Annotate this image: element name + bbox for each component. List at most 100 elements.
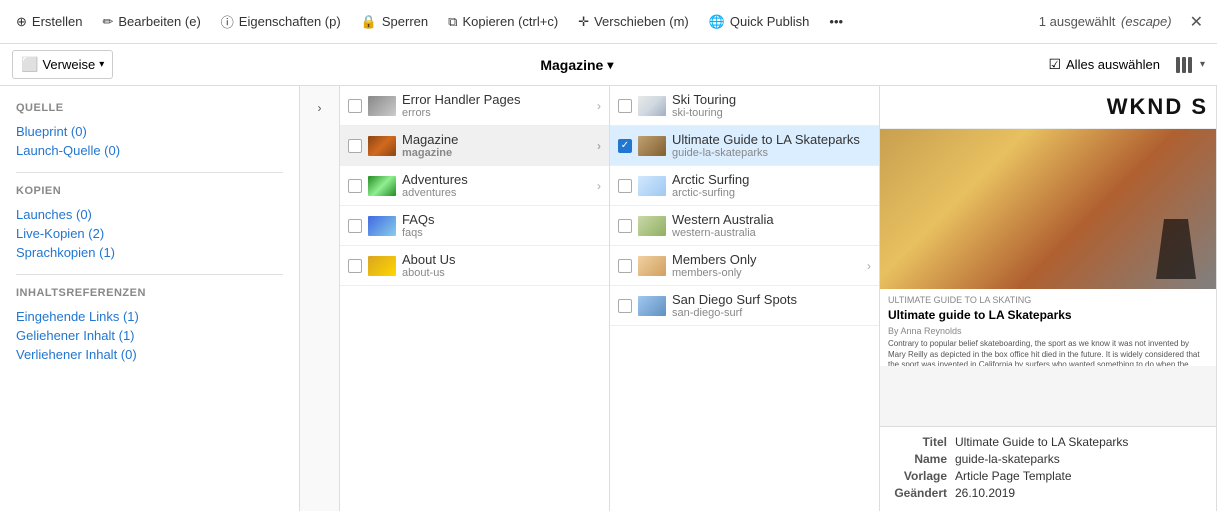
info-row-name: Name guide-la-skateparks <box>892 452 1204 466</box>
lock-icon: 🔒 <box>361 14 377 30</box>
list-item-slug: san-diego-surf <box>672 307 871 319</box>
list-item-checkbox[interactable] <box>618 139 632 153</box>
list-item-checkbox[interactable] <box>618 219 632 233</box>
list-item-thumb <box>638 136 666 156</box>
list-item[interactable]: Error Handler Pages errors › <box>340 86 609 126</box>
tree-expand-col: › <box>300 86 340 511</box>
list-item-text: About Us about-us <box>402 252 601 279</box>
info-row-vorlage: Vorlage Article Page Template <box>892 469 1204 483</box>
list-item-text: Western Australia western-australia <box>672 212 871 239</box>
magazine-title: Magazine ▾ <box>113 57 1040 73</box>
list-item-thumb <box>368 256 396 276</box>
list-item[interactable]: Ultimate Guide to LA Skateparks guide-la… <box>610 126 879 166</box>
preview-text-area: ULTIMATE GUIDE TO LA SKATING Ultimate gu… <box>880 289 1216 366</box>
erstellen-label: Erstellen <box>32 14 83 29</box>
list-item-checkbox[interactable] <box>348 99 362 113</box>
name-label: Name <box>892 452 947 466</box>
page-preview: WKND S ULTIMATE GUIDE TO LA SKATING Ulti… <box>880 86 1216 426</box>
verweise-label: Verweise <box>42 57 95 72</box>
list-item-text: Ultimate Guide to LA Skateparks guide-la… <box>672 132 871 159</box>
list-item-name: Error Handler Pages <box>402 92 591 107</box>
toolbar: ⊕ Erstellen ✏ Bearbeiten (e) ⓘ Eigenscha… <box>0 0 1217 44</box>
list-item-name: Western Australia <box>672 212 871 227</box>
info-panel: Titel Ultimate Guide to LA Skateparks Na… <box>880 426 1216 511</box>
secondbar: ⬜ Verweise ▾ Magazine ▾ ☑ Alles auswähle… <box>0 44 1217 86</box>
list-item[interactable]: Adventures adventures › <box>340 166 609 206</box>
titel-value: Ultimate Guide to LA Skateparks <box>955 435 1128 449</box>
list-item-checkbox[interactable] <box>348 139 362 153</box>
select-icon: ☑ <box>1048 56 1061 73</box>
quickpublish-button[interactable]: 🌐 Quick Publish <box>701 10 818 34</box>
list-item-checkbox[interactable] <box>618 259 632 273</box>
verliehener-inhalt-link[interactable]: Verliehener Inhalt (0) <box>16 345 283 364</box>
sperren-label: Sperren <box>382 14 428 29</box>
live-kopien-link[interactable]: Live-Kopien (2) <box>16 224 283 243</box>
list-item-checkbox[interactable] <box>618 99 632 113</box>
list-item-name: Ultimate Guide to LA Skateparks <box>672 132 871 147</box>
chevron-down-icon: ▾ <box>99 59 104 70</box>
list-item[interactable]: Arctic Surfing arctic-surfing <box>610 166 879 206</box>
kopieren-label: Kopieren (ctrl+c) <box>462 14 558 29</box>
close-button[interactable]: ✕ <box>1184 8 1209 36</box>
kopieren-button[interactable]: ⧉ Kopieren (ctrl+c) <box>440 10 566 34</box>
page-icon: ⬜ <box>21 56 38 73</box>
list-item[interactable]: Magazine magazine › <box>340 126 609 166</box>
list-item-name: Ski Touring <box>672 92 871 107</box>
sidebar-divider-2 <box>16 274 283 275</box>
columns-view-button[interactable] <box>1176 57 1192 73</box>
inhaltsreferenzen-title: INHALTSREFERENZEN <box>16 287 283 299</box>
list-item-checkbox[interactable] <box>348 179 362 193</box>
secondbar-right: ☑ Alles auswählen ▾ <box>1040 52 1205 77</box>
selected-count: 1 ausgewählt (escape) <box>1039 14 1172 29</box>
list-item-checkbox[interactable] <box>618 179 632 193</box>
list-column-2: Ski Touring ski-touring Ultimate Guide t… <box>610 86 880 511</box>
list-item-checkbox[interactable] <box>348 219 362 233</box>
list-item-text: Magazine magazine <box>402 132 591 159</box>
blueprint-link[interactable]: Blueprint (0) <box>16 122 283 141</box>
alles-auswaehlen-button[interactable]: ☑ Alles auswählen <box>1040 52 1168 77</box>
verschieben-label: Verschieben (m) <box>594 14 689 29</box>
vorlage-value: Article Page Template <box>955 469 1072 483</box>
list-item-name: About Us <box>402 252 601 267</box>
eigenschaften-button[interactable]: ⓘ Eigenschaften (p) <box>213 8 349 35</box>
quickpublish-label: Quick Publish <box>730 14 809 29</box>
list-item-text: Arctic Surfing arctic-surfing <box>672 172 871 199</box>
wknd-logo: WKND S <box>880 86 1216 129</box>
launches-link[interactable]: Launches (0) <box>16 205 283 224</box>
geliehener-inhalt-link[interactable]: Geliehener Inhalt (1) <box>16 326 283 345</box>
list-item-checkbox[interactable] <box>618 299 632 313</box>
list-item[interactable]: FAQs faqs <box>340 206 609 246</box>
verweise-button[interactable]: ⬜ Verweise ▾ <box>12 50 113 79</box>
list-item[interactable]: Ski Touring ski-touring <box>610 86 879 126</box>
list-item-slug: errors <box>402 107 591 119</box>
tree-area: › Error Handler Pages errors › Magazine … <box>300 86 1217 511</box>
info-row-titel: Titel Ultimate Guide to LA Skateparks <box>892 435 1204 449</box>
more-button[interactable]: ••• <box>821 10 851 33</box>
sidebar: QUELLE Blueprint (0) Launch-Quelle (0) K… <box>0 86 300 511</box>
list-item[interactable]: About Us about-us <box>340 246 609 286</box>
verschieben-button[interactable]: ✛ Verschieben (m) <box>570 10 697 34</box>
copy-icon: ⧉ <box>448 14 457 30</box>
preview-column: WKND S ULTIMATE GUIDE TO LA SKATING Ulti… <box>880 86 1217 511</box>
bearbeiten-button[interactable]: ✏ Bearbeiten (e) <box>94 10 208 34</box>
erstellen-button[interactable]: ⊕ Erstellen <box>8 10 90 34</box>
tree-expand-button[interactable]: › <box>306 94 334 122</box>
skate-image <box>880 129 1216 289</box>
list-item-name: FAQs <box>402 212 601 227</box>
alles-label: Alles auswählen <box>1066 57 1160 72</box>
list-item[interactable]: San Diego Surf Spots san-diego-surf <box>610 286 879 326</box>
list-item-name: Members Only <box>672 252 861 267</box>
list-item[interactable]: Western Australia western-australia <box>610 206 879 246</box>
preview-title: Ultimate guide to LA Skateparks <box>888 308 1208 322</box>
list-item-checkbox[interactable] <box>348 259 362 273</box>
preview-author: By Anna Reynolds <box>888 326 1208 336</box>
list-item-name: Arctic Surfing <box>672 172 871 187</box>
list-item-name: Magazine <box>402 132 591 147</box>
list-item[interactable]: Members Only members-only › <box>610 246 879 286</box>
launch-quelle-link[interactable]: Launch-Quelle (0) <box>16 141 283 160</box>
eingehende-links-link[interactable]: Eingehende Links (1) <box>16 307 283 326</box>
sprachkopien-link[interactable]: Sprachkopien (1) <box>16 243 283 262</box>
chevron-right-icon: › <box>597 99 601 113</box>
sperren-button[interactable]: 🔒 Sperren <box>353 10 436 34</box>
preview-breadcrumb: ULTIMATE GUIDE TO LA SKATING <box>888 295 1208 305</box>
